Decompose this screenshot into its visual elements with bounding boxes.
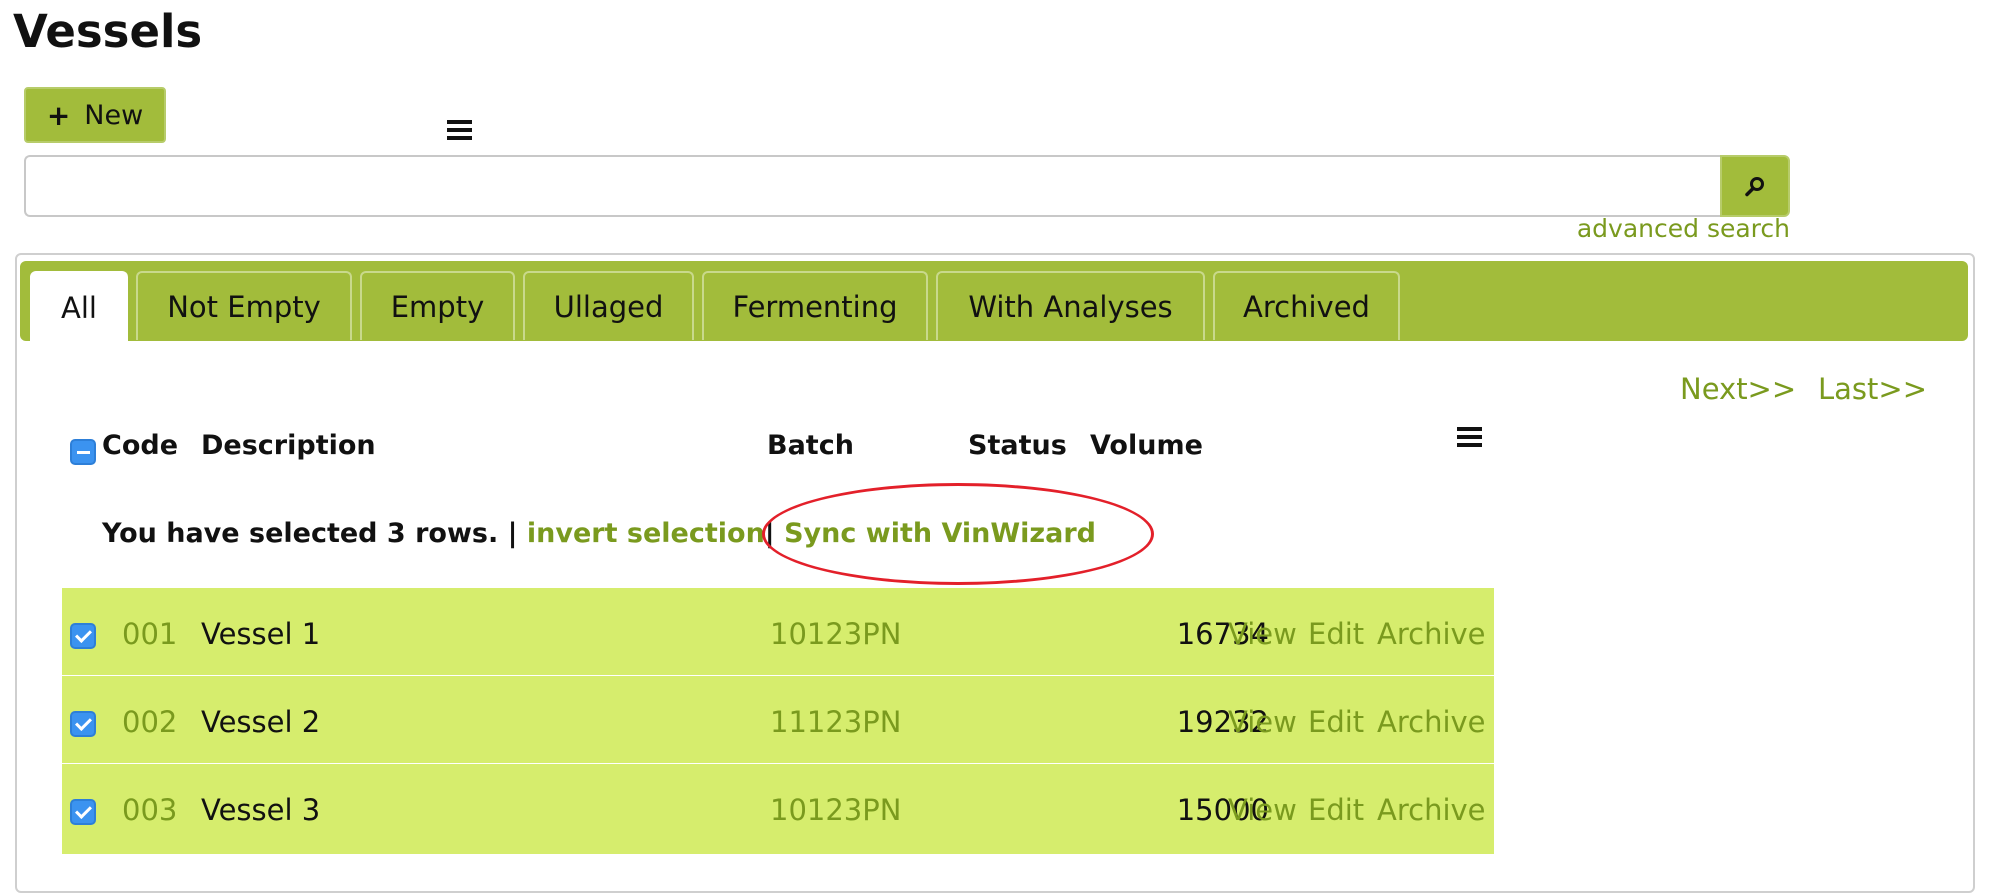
column-header-description[interactable]: Description xyxy=(201,430,376,461)
invert-selection-link[interactable]: invert selection xyxy=(527,518,765,549)
selection-message: You have selected 3 rows. | xyxy=(102,518,518,549)
row-code: 002 xyxy=(122,705,178,739)
sync-vinwizard-link[interactable]: Sync with VinWizard xyxy=(784,518,1096,549)
selection-separator: | xyxy=(764,518,775,549)
row-edit-link[interactable]: Edit xyxy=(1308,616,1364,652)
selection-bar: You have selected 3 rows. | invert selec… xyxy=(102,518,1096,549)
row-checkbox[interactable] xyxy=(70,711,96,737)
row-checkbox[interactable] xyxy=(70,623,96,649)
row-description: Vessel 3 xyxy=(201,793,321,827)
row-batch: 11123PN xyxy=(770,705,902,739)
row-edit-link[interactable]: Edit xyxy=(1308,792,1364,828)
column-header-batch[interactable]: Batch xyxy=(767,430,854,461)
row-view-link[interactable]: View xyxy=(1228,704,1297,740)
row-archive-link[interactable]: Archive xyxy=(1377,616,1486,652)
row-view-link[interactable]: View xyxy=(1228,616,1297,652)
search-icon xyxy=(1745,177,1764,197)
table-row[interactable]: 002 Vessel 2 11123PN 19232 View Edit Arc… xyxy=(62,676,1494,763)
column-header-volume[interactable]: Volume xyxy=(1090,430,1203,461)
column-header-status[interactable]: Status xyxy=(968,430,1067,461)
row-checkbox[interactable] xyxy=(70,799,96,825)
menu-icon[interactable] xyxy=(447,120,472,140)
plus-icon: + xyxy=(46,98,71,132)
row-description: Vessel 2 xyxy=(201,705,321,739)
search-input[interactable] xyxy=(24,155,1722,217)
advanced-search-link[interactable]: advanced search xyxy=(1560,214,1790,243)
tab-ullaged[interactable]: Ullaged xyxy=(523,271,694,340)
select-all-checkbox[interactable] xyxy=(70,439,96,465)
tab-empty[interactable]: Empty xyxy=(360,271,515,340)
tab-all[interactable]: All xyxy=(30,271,128,342)
row-code: 003 xyxy=(122,793,178,827)
row-batch: 10123PN xyxy=(770,793,902,827)
row-code: 001 xyxy=(122,617,178,651)
column-menu-icon[interactable] xyxy=(1457,427,1482,447)
new-button-label: New xyxy=(84,99,144,131)
tab-fermenting[interactable]: Fermenting xyxy=(702,271,928,340)
tab-archived[interactable]: Archived xyxy=(1213,271,1400,340)
row-batch: 10123PN xyxy=(770,617,902,651)
table-row[interactable]: 001 Vessel 1 10123PN 16734 View Edit Arc… xyxy=(62,588,1494,675)
table-row[interactable]: 003 Vessel 3 10123PN 15000 View Edit Arc… xyxy=(62,764,1494,854)
search-button[interactable] xyxy=(1720,155,1790,217)
tab-with-analyses[interactable]: With Analyses xyxy=(936,271,1205,340)
pager-last[interactable]: Last>> xyxy=(1818,372,1927,406)
row-view-link[interactable]: View xyxy=(1228,792,1297,828)
row-archive-link[interactable]: Archive xyxy=(1377,792,1486,828)
new-button[interactable]: + New xyxy=(24,87,166,143)
pager-next[interactable]: Next>> xyxy=(1680,372,1796,406)
row-description: Vessel 1 xyxy=(201,617,321,651)
row-edit-link[interactable]: Edit xyxy=(1308,704,1364,740)
column-header-code[interactable]: Code xyxy=(102,430,178,461)
page-title: Vessels xyxy=(13,5,203,58)
tab-not-empty[interactable]: Not Empty xyxy=(136,271,352,340)
row-archive-link[interactable]: Archive xyxy=(1377,704,1486,740)
